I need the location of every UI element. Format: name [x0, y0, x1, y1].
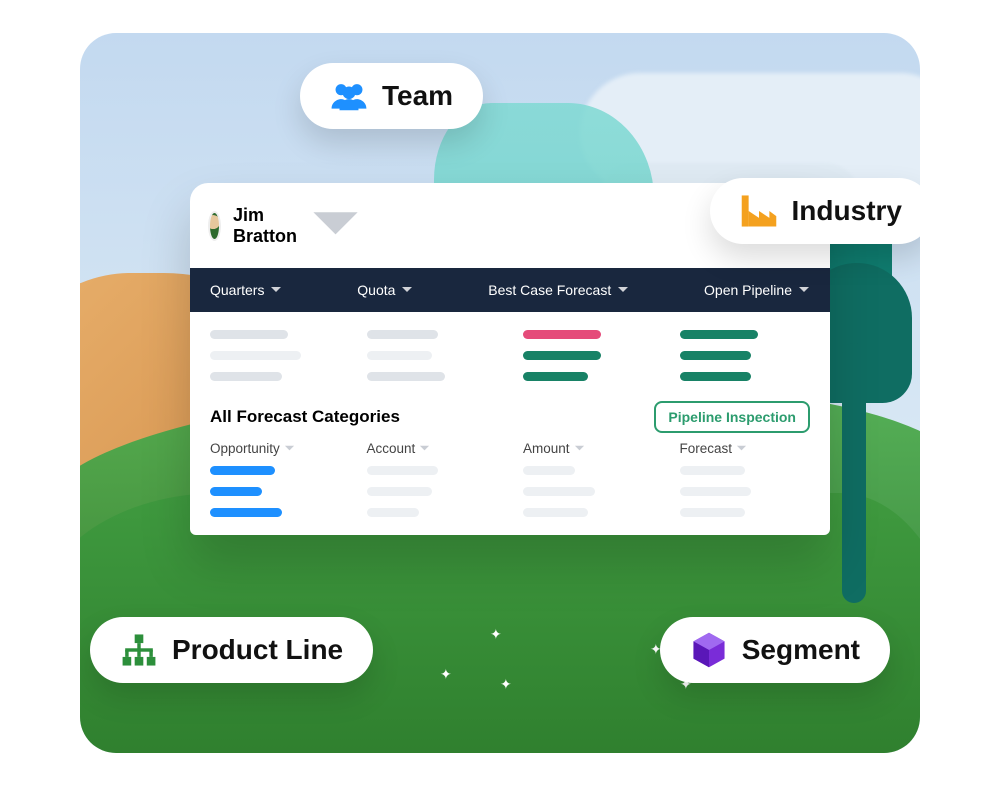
chevron-down-icon: [419, 443, 430, 454]
placeholder-bar: [210, 508, 282, 517]
avatar: [208, 211, 221, 241]
placeholder-bar: [210, 372, 282, 381]
summary-grid: [190, 312, 830, 391]
tab-quota[interactable]: Quota: [357, 282, 413, 298]
placeholder-bar: [680, 351, 752, 360]
placeholder-bar: [523, 351, 601, 360]
flower-icon: ✦: [490, 626, 502, 643]
chevron-down-icon: [798, 284, 810, 296]
col-opportunity[interactable]: Opportunity: [210, 441, 341, 456]
tab-label: Open Pipeline: [704, 282, 792, 298]
section-header: All Forecast Categories Pipeline Inspect…: [190, 391, 830, 439]
hierarchy-icon: [120, 631, 158, 669]
tab-open-pipeline[interactable]: Open Pipeline: [704, 282, 810, 298]
tab-label: Best Case Forecast: [488, 282, 611, 298]
placeholder-bar: [210, 351, 301, 360]
chip-label: Industry: [792, 195, 902, 227]
table-rows: [190, 464, 830, 535]
user-name: Jim Bratton: [233, 205, 297, 247]
col-forecast[interactable]: Forecast: [680, 441, 811, 456]
placeholder-bar: [680, 508, 745, 517]
user-selector[interactable]: Jim Bratton: [208, 199, 362, 252]
chip-industry[interactable]: Industry: [710, 178, 920, 244]
col-amount[interactable]: Amount: [523, 441, 654, 456]
placeholder-bar: [367, 330, 439, 339]
column-headers: Opportunity Account Amount Forecast: [190, 439, 830, 464]
placeholder-bar: [367, 351, 432, 360]
placeholder-bar: [210, 330, 288, 339]
chevron-down-icon: [284, 443, 295, 454]
chevron-down-icon: [736, 443, 747, 454]
chip-label: Product Line: [172, 634, 343, 666]
placeholder-bar: [523, 330, 601, 339]
chevron-down-icon: [617, 284, 629, 296]
col-account[interactable]: Account: [367, 441, 498, 456]
chevron-down-icon: [401, 284, 413, 296]
col-label: Amount: [523, 441, 570, 456]
col-label: Opportunity: [210, 441, 280, 456]
chevron-down-icon: [574, 443, 585, 454]
placeholder-bar: [680, 466, 745, 475]
placeholder-bar: [523, 487, 595, 496]
team-icon: [330, 77, 368, 115]
chip-product-line[interactable]: Product Line: [90, 617, 373, 683]
col-label: Forecast: [680, 441, 733, 456]
chevron-down-icon: [309, 199, 362, 252]
chip-label: Team: [382, 80, 453, 112]
cube-icon: [690, 631, 728, 669]
chip-label: Segment: [742, 634, 860, 666]
chip-team[interactable]: Team: [300, 63, 483, 129]
factory-icon: [740, 192, 778, 230]
tab-label: Quota: [357, 282, 395, 298]
placeholder-bar: [523, 508, 588, 517]
placeholder-bar: [367, 466, 439, 475]
placeholder-bar: [523, 372, 588, 381]
tab-best-case[interactable]: Best Case Forecast: [488, 282, 629, 298]
chip-segment[interactable]: Segment: [660, 617, 890, 683]
flower-icon: ✦: [440, 666, 452, 683]
tab-quarters[interactable]: Quarters: [210, 282, 282, 298]
placeholder-bar: [367, 372, 445, 381]
tab-label: Quarters: [210, 282, 264, 298]
placeholder-bar: [210, 487, 262, 496]
illustration-stage: ✦ ✦ ✦ ✦ ✦ Jim Bratton Quarters: [80, 33, 920, 753]
forecast-tabs: Quarters Quota Best Case Forecast Open P…: [190, 268, 830, 312]
placeholder-bar: [367, 487, 432, 496]
placeholder-bar: [680, 487, 752, 496]
col-label: Account: [367, 441, 416, 456]
placeholder-bar: [367, 508, 419, 517]
flower-icon: ✦: [500, 676, 512, 693]
placeholder-bar: [523, 466, 575, 475]
placeholder-bar: [680, 372, 752, 381]
placeholder-bar: [680, 330, 758, 339]
placeholder-bar: [210, 466, 275, 475]
section-title: All Forecast Categories: [210, 407, 400, 427]
chevron-down-icon: [270, 284, 282, 296]
pipeline-inspection-button[interactable]: Pipeline Inspection: [654, 401, 810, 433]
